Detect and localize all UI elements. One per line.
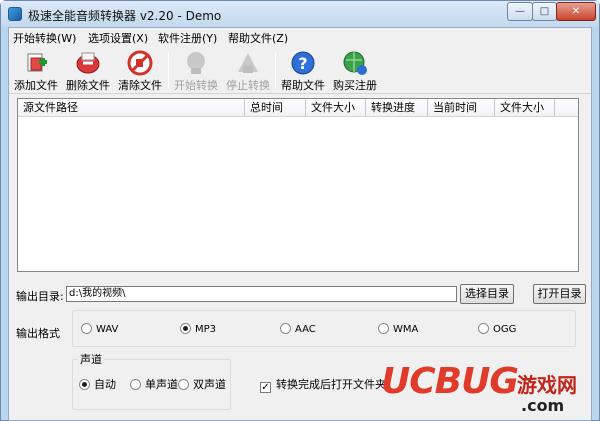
- format-radio-aac[interactable]: AAC: [280, 323, 316, 335]
- add-file-label: 添加文件: [14, 79, 58, 92]
- add-file-icon: [27, 53, 47, 72]
- clear-files-button[interactable]: 清除文件: [114, 49, 166, 93]
- minimize-button[interactable]: —: [507, 2, 533, 21]
- delete-file-label: 删除文件: [66, 79, 110, 92]
- title-bar: 极速全能音频转换器 v2.20 - Demo — □ ✕: [1, 1, 599, 27]
- app-icon: [8, 7, 22, 21]
- radio-indicator: [180, 323, 191, 334]
- channel-radio-auto[interactable]: 自动: [79, 376, 116, 392]
- start-convert-icon: [187, 52, 205, 74]
- channel-radio-stereo[interactable]: 双声道: [178, 376, 226, 392]
- radio-indicator: [178, 379, 189, 390]
- format-radio-wav[interactable]: WAV: [81, 323, 118, 335]
- add-file-button[interactable]: 添加文件: [10, 49, 62, 93]
- format-radio-mp3[interactable]: MP3: [180, 323, 216, 335]
- help-icon: ?: [291, 51, 315, 75]
- column-source-path[interactable]: 源文件路径: [18, 99, 245, 117]
- maximize-button[interactable]: □: [532, 2, 557, 21]
- window-title: 极速全能音频转换器 v2.20 - Demo: [28, 9, 222, 23]
- delete-file-icon: [76, 52, 100, 74]
- app-window: 极速全能音频转换器 v2.20 - Demo — □ ✕ 开始转换(W) 选项设…: [0, 0, 600, 421]
- radio-indicator: [130, 379, 141, 390]
- buy-register-label: 购买注册: [333, 79, 377, 92]
- stop-convert-label: 停止转换: [226, 79, 270, 92]
- channel-stereo-label: 双声道: [193, 378, 226, 391]
- format-group: WAV MP3 AAC WMA OGG: [72, 310, 576, 347]
- channel-mono-label: 单声道: [145, 378, 178, 391]
- toolbar-separator: [168, 52, 169, 88]
- start-convert-label: 开始转换: [174, 79, 218, 92]
- close-button[interactable]: ✕: [556, 2, 596, 21]
- file-list[interactable]: 源文件路径 总时间 文件大小 转换进度 当前时间 文件大小: [17, 98, 579, 272]
- menu-start-convert[interactable]: 开始转换(W): [13, 30, 76, 46]
- radio-indicator: [280, 323, 291, 334]
- watermark-brand: UCBUG: [381, 361, 519, 402]
- help-file-button[interactable]: ? 帮助文件: [277, 49, 329, 93]
- select-dir-button[interactable]: 选择目录: [460, 284, 514, 304]
- menu-register[interactable]: 软件注册(Y): [158, 30, 217, 46]
- file-list-header: 源文件路径 总时间 文件大小 转换进度 当前时间 文件大小: [18, 99, 578, 117]
- delete-file-button[interactable]: 删除文件: [62, 49, 114, 93]
- radio-indicator: [378, 323, 389, 334]
- clear-files-label: 清除文件: [118, 79, 162, 92]
- toolbar: 添加文件 删除文件 清除文件 开始转换 停止转换 ? 帮助文件 购买注册: [9, 46, 591, 94]
- column-total-time[interactable]: 总时间: [245, 99, 306, 117]
- column-progress[interactable]: 转换进度: [366, 99, 428, 117]
- format-wma-label: WMA: [393, 324, 419, 335]
- clear-files-icon: [127, 50, 153, 76]
- format-aac-label: AAC: [295, 324, 316, 335]
- help-file-label: 帮助文件: [281, 79, 325, 92]
- radio-indicator: [478, 323, 489, 334]
- menu-options[interactable]: 选项设置(X): [88, 30, 148, 46]
- watermark-domain: .com: [521, 396, 565, 415]
- stop-convert-button[interactable]: 停止转换: [222, 49, 274, 93]
- output-dir-label: 输出目录:: [16, 290, 64, 303]
- toolbar-separator: [275, 52, 276, 88]
- open-dir-button[interactable]: 打开目录: [533, 284, 586, 304]
- channel-auto-label: 自动: [94, 378, 116, 391]
- output-format-label: 输出格式: [16, 327, 60, 340]
- open-folder-checkbox[interactable]: ✓ 转换完成后打开文件夹: [260, 376, 386, 393]
- watermark-cn: 游戏网: [517, 373, 577, 397]
- radio-indicator: [81, 323, 92, 334]
- svg-text:?: ?: [298, 54, 307, 73]
- watermark: UCBUG 游戏网 .com: [381, 361, 591, 421]
- stop-convert-icon: [238, 53, 258, 73]
- column-file-size[interactable]: 文件大小: [306, 99, 366, 117]
- column-output-size[interactable]: 文件大小: [495, 99, 555, 117]
- start-convert-button[interactable]: 开始转换: [170, 49, 222, 93]
- channel-group-label: 声道: [78, 351, 104, 367]
- format-radio-wma[interactable]: WMA: [378, 323, 418, 335]
- globe-cart-icon: [343, 51, 367, 75]
- format-wav-label: WAV: [96, 324, 119, 335]
- open-folder-label: 转换完成后打开文件夹: [276, 378, 386, 391]
- menu-bar: 开始转换(W) 选项设置(X) 软件注册(Y) 帮助文件(Z): [9, 28, 591, 46]
- menu-help[interactable]: 帮助文件(Z): [228, 30, 288, 46]
- buy-register-button[interactable]: 购买注册: [329, 49, 381, 93]
- format-ogg-label: OGG: [493, 324, 517, 335]
- channel-radio-mono[interactable]: 单声道: [130, 376, 178, 392]
- checkbox-indicator: ✓: [260, 382, 271, 393]
- column-current-time[interactable]: 当前时间: [428, 99, 495, 117]
- format-mp3-label: MP3: [195, 324, 217, 335]
- output-dir-field[interactable]: d:\我的视频\: [66, 286, 457, 302]
- radio-indicator: [79, 379, 90, 390]
- format-radio-ogg[interactable]: OGG: [478, 323, 516, 335]
